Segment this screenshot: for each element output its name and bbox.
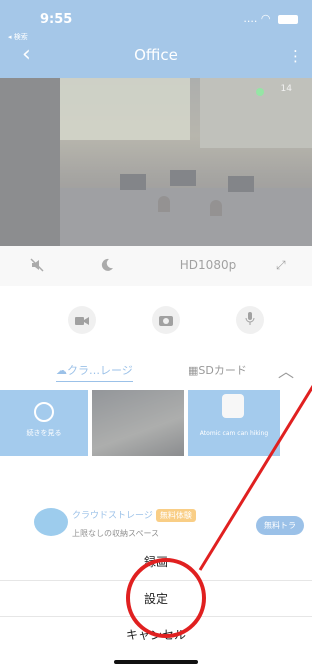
action-sheet: 録画 設定 キャンセル xyxy=(0,544,312,668)
sheet-settings-button[interactable]: 設定 xyxy=(0,580,312,616)
sheet-cancel-button[interactable]: キャンセル xyxy=(0,616,312,652)
sheet-record-button[interactable]: 録画 xyxy=(0,544,312,580)
home-indicator xyxy=(114,660,198,664)
